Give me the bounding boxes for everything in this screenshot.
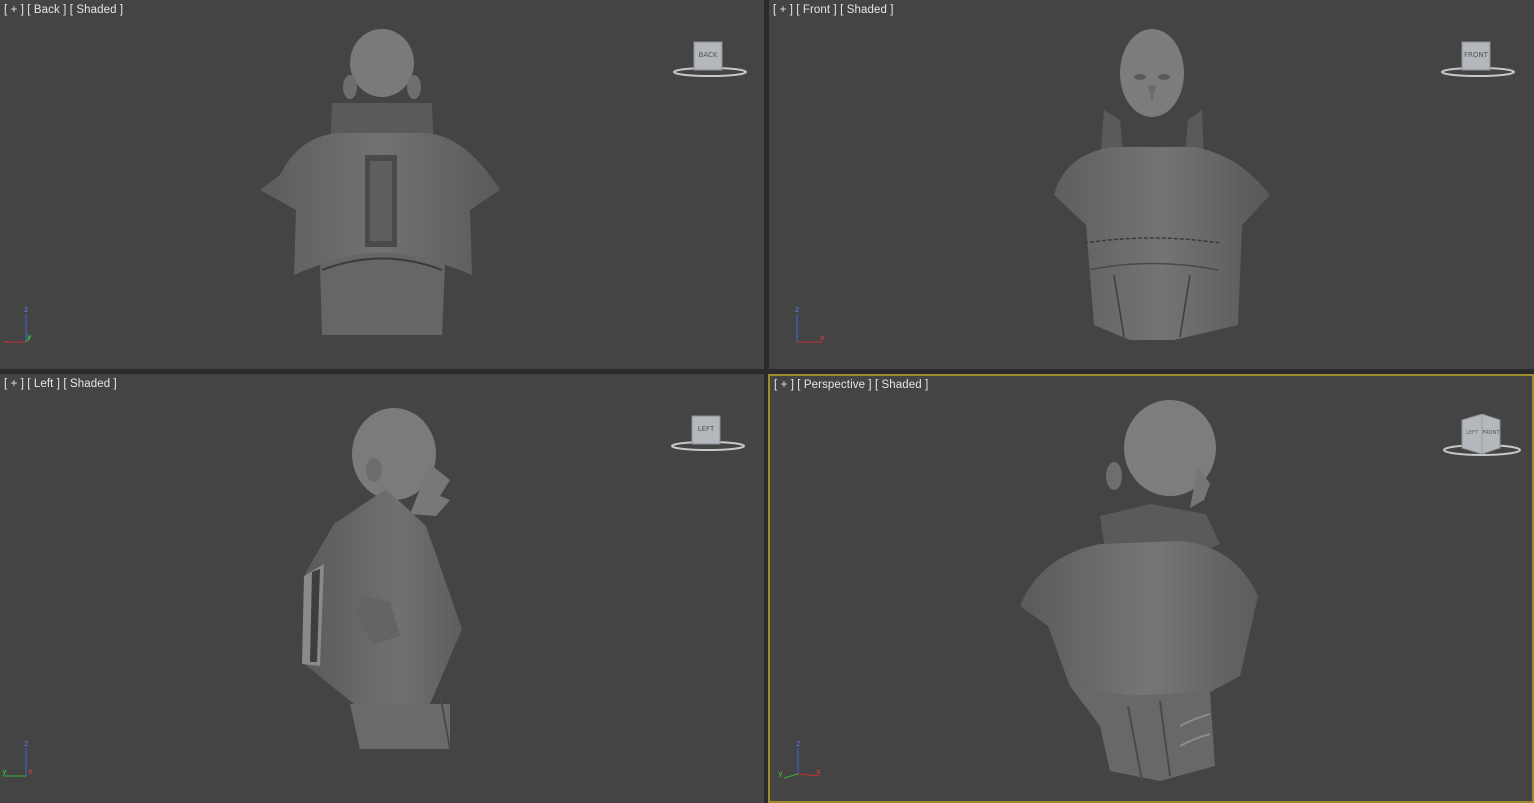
axis-y-label: y: [778, 769, 783, 778]
axis-z-label: z: [795, 305, 799, 314]
axis-x-label: x: [820, 333, 825, 342]
viewcube-left-label: LEFT: [697, 425, 715, 433]
viewcube-front-label: FRONT: [1464, 51, 1488, 59]
model-left-view: [302, 408, 462, 750]
viewport-perspective[interactable]: [ + ] [ Perspective ] [ Shaded ] LEFT FR…: [768, 374, 1534, 803]
viewcube-back-label: BACK: [698, 51, 718, 59]
viewcube-front[interactable]: FRONT: [1440, 40, 1516, 80]
viewcube-back[interactable]: BACK: [672, 40, 748, 80]
axis-y-label: y: [27, 332, 32, 341]
viewport-label-front[interactable]: [ + ] [ Front ] [ Shaded ]: [773, 4, 894, 16]
model-perspective-view: [1020, 400, 1258, 782]
viewport-label-perspective[interactable]: [ + ] [ Perspective ] [ Shaded ]: [774, 379, 928, 391]
axis-tripod-back: z y: [4, 305, 32, 343]
viewcube-left[interactable]: LEFT: [670, 414, 746, 454]
axis-x-label: x: [816, 767, 821, 776]
viewport-label-back[interactable]: [ + ] [ Back ] [ Shaded ]: [4, 4, 123, 16]
axis-y-label: y: [2, 767, 7, 776]
viewcube-perspective[interactable]: LEFT FRONT: [1442, 413, 1522, 460]
axis-z-label: z: [796, 739, 800, 748]
viewport-label-left[interactable]: [ + ] [ Left ] [ Shaded ]: [4, 378, 117, 390]
axis-tripod-perspective: z x y: [778, 739, 821, 779]
viewport-back[interactable]: [ + ] [ Back ] [ Shaded ] BACK z y: [0, 0, 764, 369]
viewport-front[interactable]: [ + ] [ Front ] [ Shaded ] FRONT z x: [769, 0, 1534, 369]
viewport-left[interactable]: [ + ] [ Left ] [ Shaded ] LEFT z y x: [0, 374, 764, 803]
viewcube-perspective-label-right: FRONT: [1482, 430, 1500, 436]
model-front-view: [1054, 29, 1270, 340]
viewcube-perspective-label-left: LEFT: [1466, 430, 1478, 436]
axis-tripod-left: z y x: [2, 739, 33, 777]
axis-x-label: x: [28, 767, 33, 776]
model-back-view: [260, 29, 500, 335]
axis-z-label: z: [24, 739, 28, 748]
axis-tripod-front: z x: [795, 305, 825, 343]
axis-z-label: z: [24, 305, 28, 314]
